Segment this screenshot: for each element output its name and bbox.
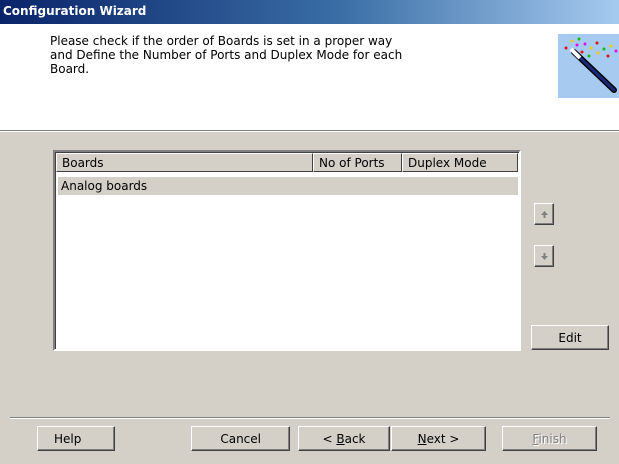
magic-wand-icon [558, 34, 619, 98]
move-up-button[interactable] [534, 203, 554, 225]
finish-button[interactable]: Finish [502, 426, 597, 451]
instruction-line: Board. [50, 62, 90, 76]
arrow-down-icon [540, 252, 548, 260]
wizard-header: Please check if the order of Boards is s… [0, 24, 619, 130]
column-header-ports[interactable]: No of Ports [313, 153, 402, 172]
cancel-button[interactable]: Cancel [191, 426, 290, 451]
move-down-button[interactable] [534, 245, 554, 267]
boards-table[interactable]: Boards No of Ports Duplex Mode Analog bo… [53, 150, 521, 351]
instruction-line: Please check if the order of Boards is s… [50, 34, 393, 48]
instruction-text: Please check if the order of Boards is s… [50, 34, 410, 76]
back-button-label: < Back [322, 431, 366, 446]
header-divider-highlight [0, 131, 619, 132]
cancel-button-label: Cancel [220, 431, 261, 446]
instruction-line: and Define the Number of Ports and Duple… [50, 48, 403, 62]
next-button[interactable]: Next > [391, 426, 486, 451]
help-button-label: Help [54, 431, 82, 446]
column-header-boards[interactable]: Boards [56, 153, 313, 172]
column-header-duplex[interactable]: Duplex Mode [402, 153, 518, 172]
title-bar: Configuration Wizard [0, 0, 619, 24]
footer-divider-highlight [10, 418, 610, 419]
cell-boards: Analog boards [61, 179, 148, 193]
back-button[interactable]: < Back [298, 426, 390, 451]
edit-button[interactable]: Edit [531, 325, 609, 350]
table-row[interactable]: Analog boards [58, 177, 518, 195]
arrow-up-icon [540, 210, 548, 218]
help-button[interactable]: Help [37, 426, 115, 451]
next-button-label: Next > [417, 431, 460, 446]
window-title: Configuration Wizard [3, 4, 147, 18]
finish-button-label: Finish [532, 431, 567, 446]
